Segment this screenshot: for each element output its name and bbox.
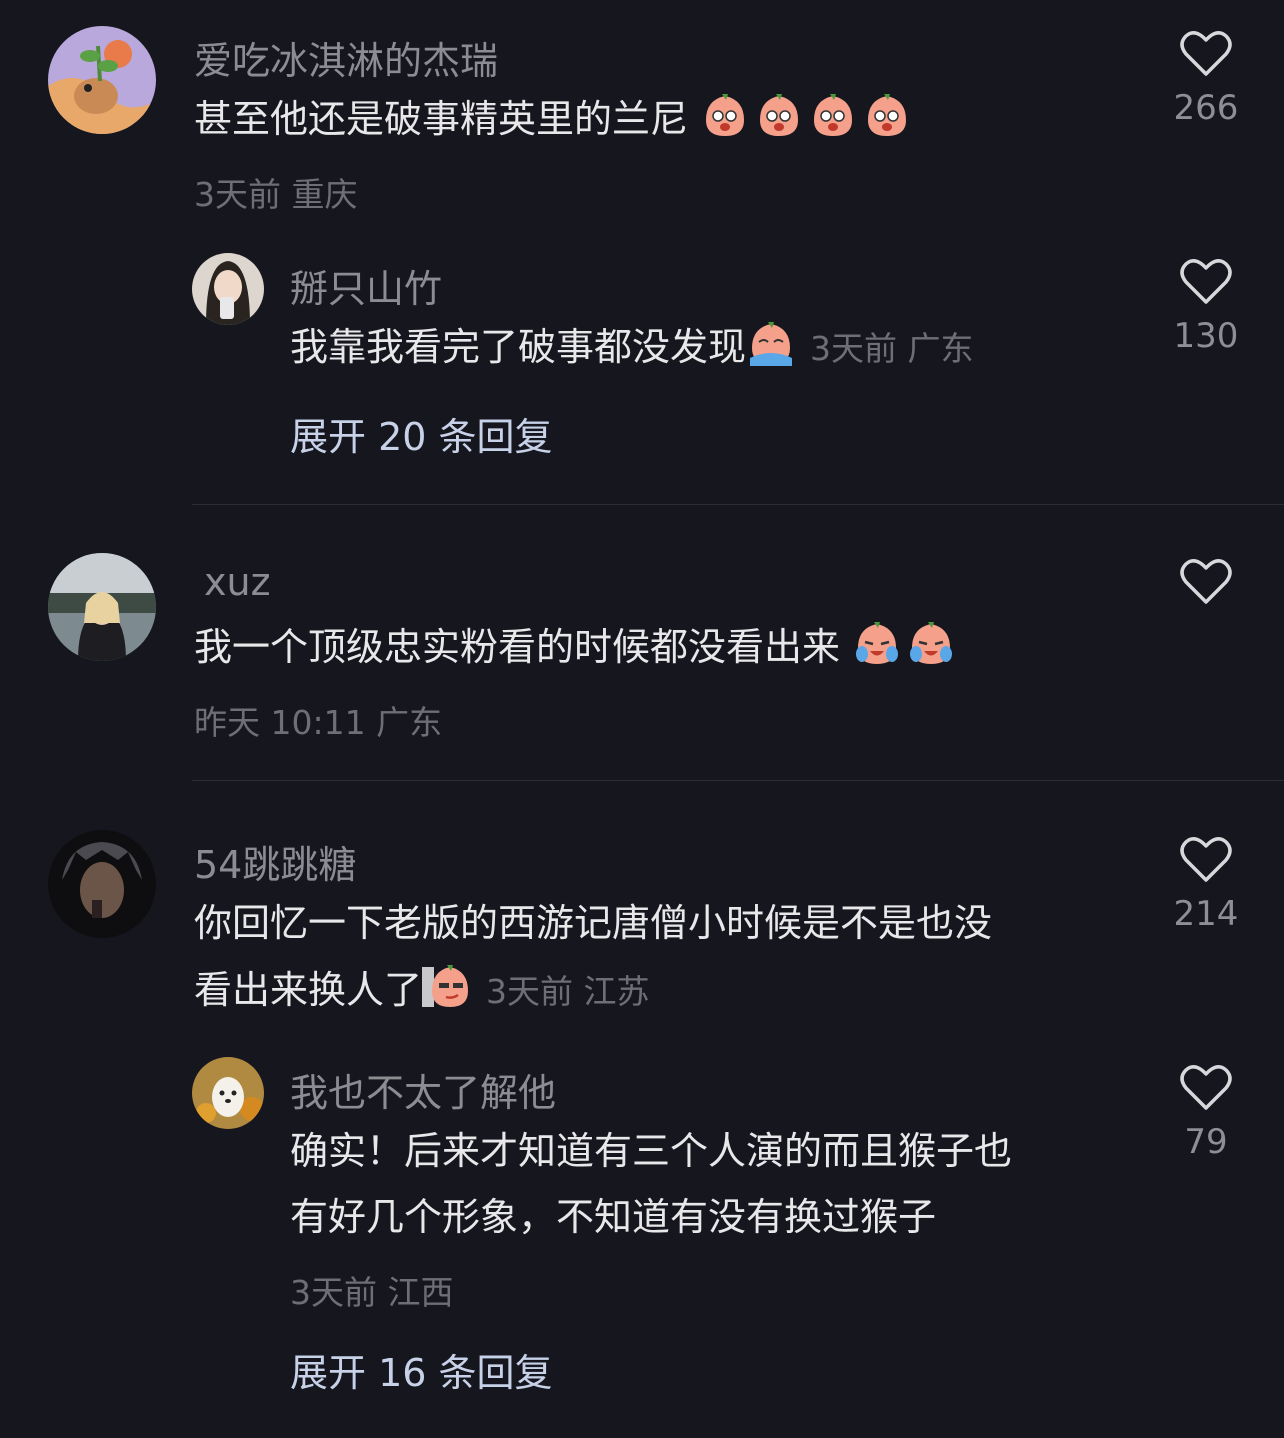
divider: [192, 780, 1284, 781]
like-count: 79: [1184, 1122, 1228, 1162]
reply-avatar[interactable]: [192, 253, 264, 325]
reply-text-body: 我靠我看完了破事都没发现: [290, 325, 747, 369]
reply-like-control[interactable]: 130: [1146, 258, 1266, 356]
heart-icon[interactable]: [1180, 30, 1232, 78]
username[interactable]: xuz: [204, 560, 271, 604]
avatar[interactable]: [48, 553, 156, 661]
username[interactable]: 爱吃冰淇淋的杰瑞: [194, 30, 498, 85]
like-control[interactable]: 214: [1146, 836, 1266, 934]
reply-time: 3天前: [290, 1273, 377, 1312]
like-control[interactable]: 266: [1146, 30, 1266, 128]
comment-text: 甚至他还是破事精英里的兰尼: [194, 86, 916, 152]
comment-location: 广东: [376, 703, 443, 742]
comment-location: 重庆: [291, 175, 358, 214]
reply-avatar[interactable]: [192, 1057, 264, 1129]
reply-like-control[interactable]: 79: [1146, 1064, 1266, 1162]
drooling-face-icon: [868, 94, 907, 136]
comment-text-line1: 你回忆一下老版的西游记唐僧小时候是不是也没: [194, 901, 993, 945]
heart-icon[interactable]: [1180, 1064, 1232, 1112]
comment-text-body: 甚至他还是破事精英里的兰尼: [194, 97, 689, 141]
comment-list: 爱吃冰淇淋的杰瑞 甚至他还是破事精英里的兰尼 3天前 重庆 266 掰只山竹 我…: [0, 0, 1284, 1438]
expand-replies-button[interactable]: 展开 20 条回复: [290, 406, 553, 461]
like-control[interactable]: [1146, 558, 1266, 610]
avatar[interactable]: [48, 830, 156, 938]
like-count: 214: [1173, 894, 1239, 934]
comment-text-body: 看出来换人了: [194, 968, 423, 1012]
reply-username[interactable]: 掰只山竹: [290, 258, 442, 313]
laugh-cry-face-icon: [856, 622, 899, 664]
comment-meta: 3天前 重庆: [194, 168, 358, 216]
comment-time: 3天前: [194, 175, 281, 214]
heart-icon[interactable]: [1180, 558, 1232, 606]
reply-username[interactable]: 我也不太了解他: [290, 1062, 556, 1117]
reply-text: 我靠我看完了破事都没发现 3天前 广东: [290, 314, 974, 382]
reply-location: 广东: [907, 329, 974, 368]
reply-meta: 3天前 广东: [810, 329, 974, 368]
comment-meta: 3天前 江苏: [486, 972, 650, 1011]
reply-meta: 3天前 江西: [290, 1266, 454, 1314]
comment-text-body: 我一个顶级忠实粉看的时候都没看出来: [194, 625, 841, 669]
expand-replies-button[interactable]: 展开 16 条回复: [290, 1342, 553, 1397]
reply-time: 3天前: [810, 329, 898, 368]
emoji-group: [840, 622, 960, 669]
reply-text-line1: 确实！后来才知道有三个人演的而且猴子也: [290, 1129, 1013, 1173]
comment-text: 我一个顶级忠实粉看的时候都没看出来: [194, 614, 960, 680]
comment-time: 昨天 10:11: [194, 703, 366, 742]
drooling-face-icon: [706, 94, 745, 136]
comment-location: 江苏: [583, 972, 650, 1011]
like-count: 130: [1173, 316, 1239, 356]
reply-location: 江西: [387, 1273, 454, 1312]
comment-text-line2: 看出来换人了 3天前 江苏: [194, 957, 650, 1025]
divider: [192, 504, 1284, 505]
comment-meta: 昨天 10:11 广东: [194, 696, 442, 744]
drooling-face-icon: [814, 94, 853, 136]
username[interactable]: 54跳跳糖: [194, 834, 356, 889]
reply-text-line2: 有好几个形象，不知道有没有换过猴子: [290, 1195, 937, 1239]
crying-face-icon: [750, 322, 793, 366]
like-count: 266: [1173, 88, 1239, 128]
heart-icon[interactable]: [1180, 836, 1232, 884]
avatar[interactable]: [48, 26, 156, 134]
laugh-cry-face-icon: [910, 622, 953, 664]
emoji-group: [688, 94, 916, 141]
smirk-face-icon: [422, 965, 469, 1007]
heart-icon[interactable]: [1180, 258, 1232, 306]
drooling-face-icon: [760, 94, 799, 136]
comment-time: 3天前: [486, 972, 574, 1011]
